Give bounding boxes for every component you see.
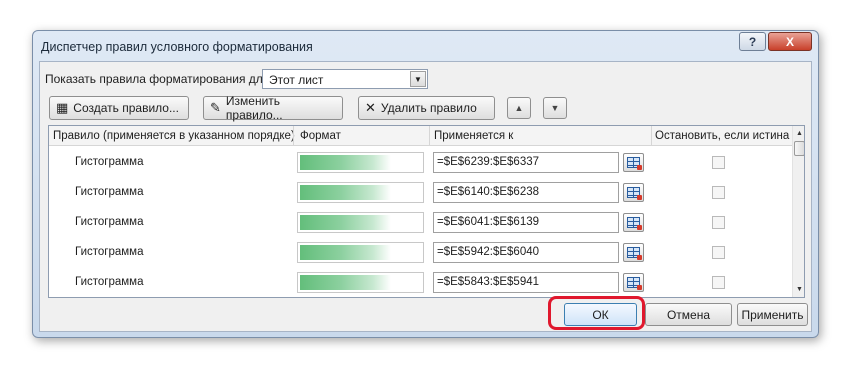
column-divider[interactable]: [293, 126, 294, 146]
show-rules-label: Показать правила форматирования для:: [45, 72, 273, 86]
new-rule-icon: ▦: [56, 100, 69, 115]
format-preview: [297, 212, 424, 233]
format-preview: [297, 182, 424, 203]
table-row[interactable]: Гистограмма =$E$5843:$E$5941: [49, 267, 792, 297]
column-header-rule: Правило (применяется в указанном порядке…: [53, 130, 295, 142]
move-down-button[interactable]: ▼: [543, 97, 567, 119]
range-select-button[interactable]: [623, 243, 644, 262]
scroll-up-icon[interactable]: ▲: [793, 127, 804, 140]
stop-if-true-checkbox[interactable]: [712, 186, 725, 199]
data-bar-preview: [300, 245, 391, 260]
help-button[interactable]: ?: [739, 32, 766, 51]
vertical-scrollbar[interactable]: ▲ ▼: [792, 126, 804, 297]
rules-table-header: Правило (применяется в указанном порядке…: [49, 126, 792, 146]
edit-rule-icon: ✎: [210, 100, 221, 115]
applies-to-input[interactable]: =$E$5843:$E$5941: [433, 272, 619, 293]
rule-name: Гистограмма: [75, 246, 144, 258]
data-bar-preview: [300, 185, 391, 200]
rule-name: Гистограмма: [75, 186, 144, 198]
range-select-button[interactable]: [623, 183, 644, 202]
range-select-button[interactable]: [623, 153, 644, 172]
apply-button[interactable]: Применить: [737, 303, 808, 326]
delete-rule-button[interactable]: ✕ Удалить правило: [358, 96, 495, 120]
column-divider[interactable]: [429, 126, 430, 146]
column-divider[interactable]: [651, 126, 652, 146]
triangle-up-icon: ▲: [514, 103, 524, 113]
triangle-down-icon: ▼: [550, 103, 560, 113]
dialog-body: Показать правила форматирования для: Это…: [39, 61, 812, 332]
data-bar-preview: [300, 215, 391, 230]
range-select-button[interactable]: [623, 213, 644, 232]
format-preview: [297, 242, 424, 263]
column-header-format: Формат: [300, 130, 341, 142]
new-rule-button[interactable]: ▦ Создать правило...: [49, 96, 189, 120]
column-header-stop-if-true: Остановить, если истина: [655, 130, 790, 142]
range-select-icon: [627, 217, 642, 230]
stop-if-true-checkbox[interactable]: [712, 156, 725, 169]
scroll-down-icon[interactable]: ▼: [793, 283, 804, 296]
applies-to-input[interactable]: =$E$6140:$E$6238: [433, 182, 619, 203]
table-row[interactable]: Гистограмма =$E$6041:$E$6139: [49, 207, 792, 237]
range-select-icon: [627, 187, 642, 200]
format-preview: [297, 272, 424, 293]
stop-if-true-checkbox[interactable]: [712, 216, 725, 229]
data-bar-preview: [300, 275, 391, 290]
format-preview: [297, 152, 424, 173]
applies-to-input[interactable]: =$E$6239:$E$6337: [433, 152, 619, 173]
delete-rule-label: Удалить правило: [380, 101, 477, 115]
table-row[interactable]: Гистограмма =$E$6239:$E$6337: [49, 147, 792, 177]
applies-to-input[interactable]: =$E$6041:$E$6139: [433, 212, 619, 233]
stop-if-true-checkbox[interactable]: [712, 246, 725, 259]
rules-table: Правило (применяется в указанном порядке…: [48, 125, 805, 298]
conditional-formatting-dialog: Диспетчер правил условного форматировани…: [32, 30, 819, 338]
edit-rule-label: Изменить правило...: [225, 94, 283, 122]
delete-icon: ✕: [365, 100, 376, 115]
rule-name: Гистограмма: [75, 276, 144, 288]
chevron-down-icon[interactable]: ▼: [410, 71, 426, 87]
column-header-applies-to: Применяется к: [434, 130, 514, 142]
stop-if-true-checkbox[interactable]: [712, 276, 725, 289]
show-rules-select[interactable]: Этот лист ▼: [262, 69, 428, 89]
edit-rule-button[interactable]: ✎ Изменить правило...: [203, 94, 343, 122]
title-bar[interactable]: Диспетчер правил условного форматировани…: [33, 31, 818, 61]
rule-name: Гистограмма: [75, 156, 144, 168]
show-rules-value: Этот лист: [269, 73, 324, 87]
move-up-button[interactable]: ▲: [507, 97, 531, 119]
applies-to-input[interactable]: =$E$5942:$E$6040: [433, 242, 619, 263]
range-select-button[interactable]: [623, 273, 644, 292]
range-select-icon: [627, 247, 642, 260]
range-select-icon: [627, 277, 642, 290]
table-row[interactable]: Гистограмма =$E$6140:$E$6238: [49, 177, 792, 207]
range-select-icon: [627, 157, 642, 170]
rule-name: Гистограмма: [75, 216, 144, 228]
close-button[interactable]: X: [768, 32, 812, 51]
ok-highlight-marker: [548, 296, 645, 330]
cancel-button[interactable]: Отмена: [645, 303, 732, 326]
dialog-title: Диспетчер правил условного форматировани…: [41, 40, 313, 54]
scrollbar-thumb[interactable]: [794, 141, 804, 156]
new-rule-label: Создать правило...: [73, 101, 179, 115]
table-row[interactable]: Гистограмма =$E$5942:$E$6040: [49, 237, 792, 267]
data-bar-preview: [300, 155, 391, 170]
